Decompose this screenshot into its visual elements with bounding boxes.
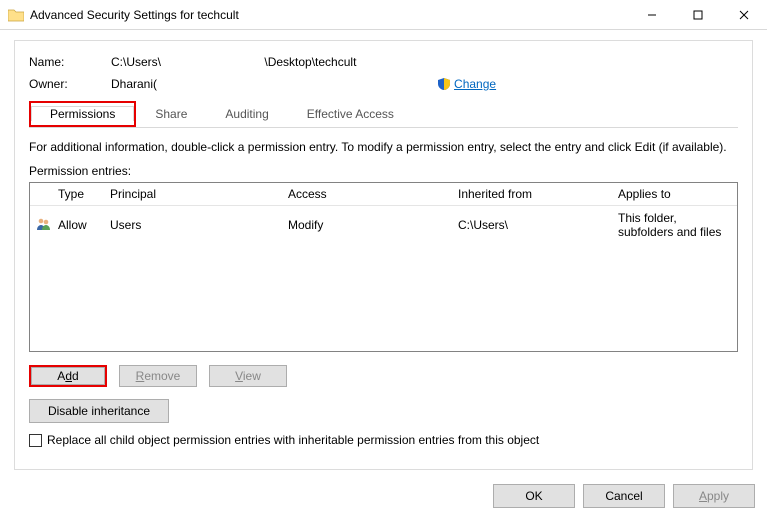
col-type[interactable]: Type — [52, 183, 104, 205]
tab-share[interactable]: Share — [136, 101, 206, 127]
add-button[interactable]: Add — [31, 367, 105, 385]
table-row[interactable]: Allow Users Modify C:\Users\ This folde… — [30, 206, 737, 244]
shield-icon — [437, 77, 451, 91]
add-button-highlight: Add — [29, 365, 107, 387]
cell-access: Modify — [282, 215, 452, 235]
grid-header: Type Principal Access Inherited from App… — [30, 183, 737, 206]
change-owner-label: Change — [454, 77, 496, 91]
disable-inheritance-label: Disable inheritance — [48, 404, 150, 418]
col-applies[interactable]: Applies to — [612, 183, 737, 205]
name-label: Name: — [29, 55, 111, 69]
view-button[interactable]: View — [209, 365, 287, 387]
remove-button-label: Remove — [136, 369, 181, 383]
cell-inherited: C:\Users\ — [452, 215, 612, 235]
tabstrip: Permissions Share Auditing Effective Acc… — [29, 101, 738, 128]
cell-applies: This folder, subfolders and files — [612, 208, 737, 242]
col-access[interactable]: Access — [282, 183, 452, 205]
cell-type: Allow — [52, 215, 104, 235]
permission-grid[interactable]: Type Principal Access Inherited from App… — [29, 182, 738, 352]
tab-permissions[interactable]: Permissions — [31, 106, 134, 121]
tab-effective-access[interactable]: Effective Access — [288, 101, 413, 127]
apply-button[interactable]: Apply — [673, 484, 755, 508]
maximize-button[interactable] — [675, 0, 721, 30]
col-inherited[interactable]: Inherited from — [452, 183, 612, 205]
view-button-label: View — [235, 369, 261, 383]
ok-button[interactable]: OK — [493, 484, 575, 508]
col-principal[interactable]: Principal — [104, 183, 282, 205]
tab-auditing[interactable]: Auditing — [206, 101, 287, 127]
add-button-label: Add — [57, 369, 78, 383]
dialog-footer: OK Cancel Apply — [493, 484, 755, 508]
titlebar: Advanced Security Settings for techcult — [0, 0, 767, 30]
owner-value: Dharani( — [111, 77, 157, 91]
users-icon — [30, 214, 52, 237]
replace-children-label: Replace all child object permission entr… — [47, 433, 539, 447]
cell-principal: Users — [104, 215, 282, 235]
folder-icon — [8, 8, 24, 22]
main-panel: Name: C:\Users\ \Desktop\techcult Owner:… — [14, 40, 753, 470]
window-title: Advanced Security Settings for techcult — [30, 8, 629, 22]
cancel-button[interactable]: Cancel — [583, 484, 665, 508]
owner-label: Owner: — [29, 77, 111, 91]
minimize-button[interactable] — [629, 0, 675, 30]
permissions-tab-highlight: Permissions — [29, 101, 136, 127]
replace-children-checkbox[interactable] — [29, 434, 42, 447]
remove-button[interactable]: Remove — [119, 365, 197, 387]
info-hint: For additional information, double-click… — [29, 140, 738, 154]
name-value: C:\Users\ \Desktop\techcult — [111, 55, 356, 69]
disable-inheritance-button[interactable]: Disable inheritance — [29, 399, 169, 423]
close-button[interactable] — [721, 0, 767, 30]
change-owner-link[interactable]: Change — [437, 77, 496, 91]
entries-label: Permission entries: — [29, 164, 738, 178]
